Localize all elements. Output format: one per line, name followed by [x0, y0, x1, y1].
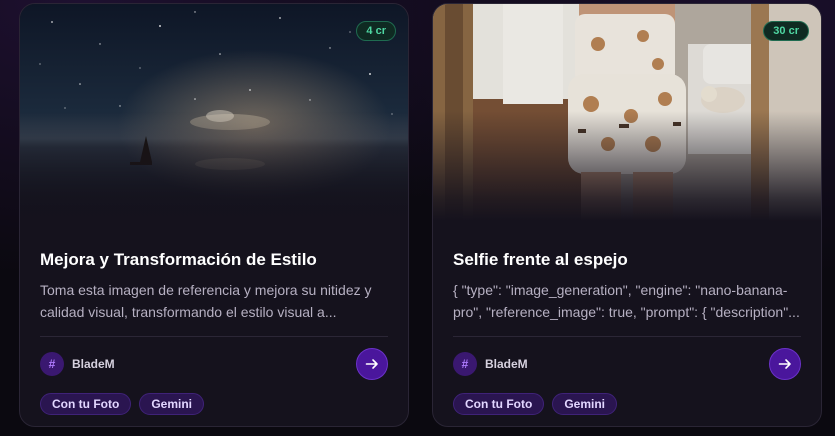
- card-thumbnail[interactable]: 30 cr: [433, 4, 821, 221]
- divider: [40, 336, 388, 337]
- tag[interactable]: Gemini: [139, 393, 204, 415]
- arrow-right-icon: [365, 359, 378, 369]
- prompt-card[interactable]: 4 cr Mejora y Transformación de Estilo T…: [19, 3, 409, 427]
- card-description: { "type": "image_generation", "engine": …: [453, 282, 800, 320]
- credit-cost-badge: 4 cr: [356, 21, 396, 41]
- card-title[interactable]: Selfie frente al espejo: [453, 249, 801, 271]
- mirror-selfie-image: [433, 4, 821, 221]
- credit-cost-badge: 30 cr: [763, 21, 809, 41]
- card-description: Toma esta imagen de referencia y mejora …: [40, 282, 372, 320]
- divider: [453, 336, 801, 337]
- hash-icon: #: [453, 352, 477, 376]
- author-name: BladeM: [485, 357, 528, 371]
- author[interactable]: # BladeM: [40, 352, 115, 376]
- tag[interactable]: Con tu Foto: [40, 393, 132, 415]
- prompt-card[interactable]: 30 cr Selfie frente al espejo { "type": …: [432, 3, 822, 427]
- arrow-right-icon: [778, 359, 791, 369]
- night-sky-sailboat-image: [20, 4, 408, 221]
- card-title[interactable]: Mejora y Transformación de Estilo: [40, 249, 388, 271]
- author[interactable]: # BladeM: [453, 352, 528, 376]
- tag[interactable]: Con tu Foto: [453, 393, 545, 415]
- card-thumbnail[interactable]: 4 cr: [20, 4, 408, 221]
- open-prompt-button[interactable]: [769, 348, 801, 380]
- open-prompt-button[interactable]: [356, 348, 388, 380]
- author-name: BladeM: [72, 357, 115, 371]
- tag[interactable]: Gemini: [552, 393, 617, 415]
- hash-icon: #: [40, 352, 64, 376]
